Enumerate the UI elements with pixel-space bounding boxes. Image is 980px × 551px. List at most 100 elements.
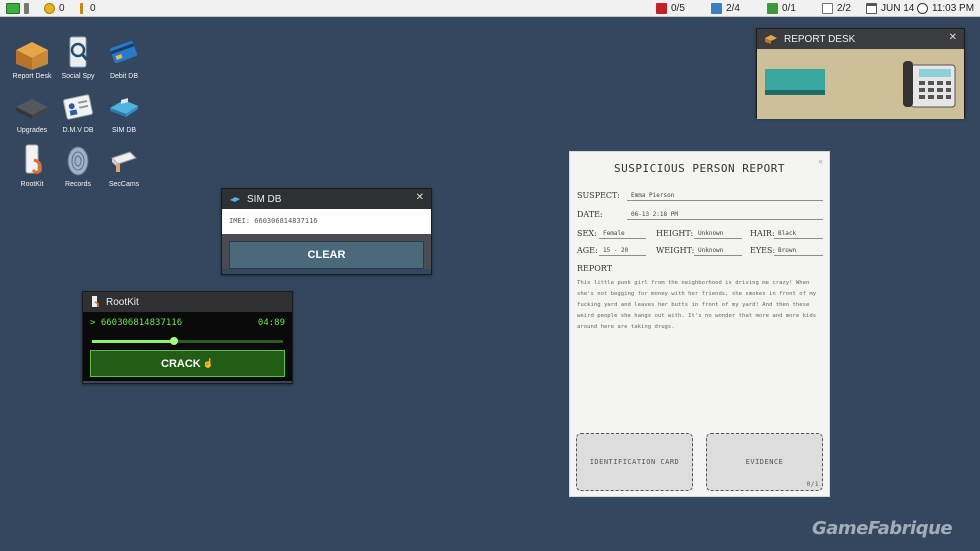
- close-icon[interactable]: ✕: [949, 32, 957, 43]
- rootkit-title: RootKit: [106, 296, 139, 308]
- phone-hook-icon: [14, 144, 50, 178]
- desktop-icon-social-spy[interactable]: Social Spy: [52, 36, 104, 80]
- telephone-icon[interactable]: [903, 57, 957, 115]
- desktop-icon-label: RootKit: [20, 181, 44, 188]
- slider-fill: [92, 340, 175, 343]
- magnifier-phone-icon: [60, 36, 96, 70]
- height-field[interactable]: Unknown: [694, 229, 742, 239]
- id-card-icon: [60, 90, 96, 124]
- time-text: 11:03 PM: [932, 3, 975, 14]
- flag-count: 0/5: [671, 3, 685, 14]
- desktop-icon-records[interactable]: Records: [52, 144, 104, 188]
- fingerprint-icon: [60, 144, 96, 178]
- clipboard-icon: [822, 3, 833, 14]
- age-label: AGE:: [577, 246, 598, 255]
- date-label: DATE:: [577, 210, 603, 219]
- report-label: REPORT: [577, 264, 613, 273]
- topbar-flags[interactable]: 0/5: [656, 2, 685, 15]
- desktop-icon-label: Records: [64, 181, 92, 188]
- clock-icon: [917, 3, 928, 14]
- report-desk-window: REPORT DESK ✕: [756, 28, 965, 119]
- desktop-icon-sim-db[interactable]: SIM DB: [98, 90, 150, 134]
- watermark-logo: GameFabrique: [812, 518, 953, 539]
- date-field[interactable]: 06-13 2:18 PM: [627, 210, 823, 220]
- evidence-slot[interactable]: EVIDENCE 0/1: [706, 433, 823, 491]
- crack-button[interactable]: CRACK ☝: [90, 350, 285, 377]
- rootkit-code: > 660306814837116: [90, 318, 183, 328]
- eyes-label: EYES:: [750, 246, 776, 255]
- desktop-icon-seccams[interactable]: SecCams: [98, 144, 150, 188]
- hair-field[interactable]: Black: [774, 229, 823, 239]
- desktop-icon-dmv-db[interactable]: D.M.V DB: [52, 90, 104, 134]
- rootkit-readout: > 660306814837116 04:89: [90, 315, 285, 331]
- hair-label: HAIR:: [750, 229, 775, 238]
- coin-count: 0: [59, 3, 65, 14]
- desktop-icon-label: SecCams: [108, 181, 140, 188]
- key-icon: [80, 3, 86, 14]
- sex-label: SEX:: [577, 229, 597, 238]
- suspect-field[interactable]: Emma Pierson: [627, 191, 823, 201]
- imei-field[interactable]: IMEI: 660306814837116: [222, 209, 431, 234]
- coin-icon: [44, 3, 55, 14]
- desktop-icon-debit-db[interactable]: Debit DB: [98, 36, 150, 80]
- close-icon[interactable]: ✕: [416, 192, 424, 203]
- clipboard-count: 2/2: [837, 3, 851, 14]
- calendar-icon: [866, 3, 877, 14]
- slider-thumb[interactable]: [170, 337, 179, 345]
- age-field[interactable]: 15 - 20: [599, 246, 646, 256]
- close-icon[interactable]: ✕: [818, 157, 823, 166]
- clear-button[interactable]: CLEAR: [229, 241, 424, 269]
- fax-tray-icon[interactable]: [765, 69, 825, 95]
- top-status-bar: 0 0 0/5 2/4 0/1 2/2 JUN 14 11:03 PM: [0, 0, 980, 17]
- suspect-label: SUSPECT:: [577, 191, 620, 200]
- computer-icon: [6, 3, 20, 14]
- rootkit-body: > 660306814837116 04:89 CRACK ☝: [83, 312, 292, 381]
- topbar-clock: 11:03 PM: [917, 2, 974, 15]
- suspicious-person-report: SUSPICIOUS PERSON REPORT ✕ SUSPECT: Emma…: [569, 151, 830, 497]
- simdb-titlebar[interactable]: SIM DB ✕: [222, 189, 431, 209]
- topbar-keys: 0: [80, 2, 96, 15]
- eyes-field[interactable]: Brown: [774, 246, 823, 256]
- crack-label: CRACK: [161, 357, 201, 370]
- rootkit-progress-slider[interactable]: [92, 335, 283, 347]
- height-label: HEIGHT:: [656, 229, 694, 238]
- desktop-icon-upgrades[interactable]: Upgrades: [6, 90, 58, 134]
- chip-icon: [14, 90, 50, 124]
- document-count: 2/4: [726, 3, 740, 14]
- camera-icon: [106, 144, 142, 178]
- hand-cursor-icon: ☝: [202, 358, 214, 368]
- rootkit-window: RootKit > 660306814837116 04:89 CRACK ☝: [82, 291, 293, 384]
- report-title: SUSPICIOUS PERSON REPORT: [614, 162, 785, 175]
- flag-icon: [656, 3, 667, 14]
- report-text: This little punk girl from the neighborh…: [577, 280, 817, 330]
- topbar-coins: 0: [44, 2, 65, 15]
- evidence-count: 0/1: [806, 481, 819, 488]
- desktop-icon-label: Debit DB: [109, 73, 138, 80]
- simdb-body: IMEI: 660306814837116 CLEAR: [222, 209, 431, 269]
- topbar-documents[interactable]: 2/4: [711, 2, 740, 15]
- desktop-icon-rootkit[interactable]: RootKit: [6, 144, 58, 188]
- topbar-date: JUN 14: [866, 2, 914, 15]
- rootkit-titlebar[interactable]: RootKit: [83, 292, 292, 312]
- report-desk-titlebar[interactable]: REPORT DESK ✕: [757, 29, 964, 49]
- report-desk-title: REPORT DESK: [784, 33, 856, 45]
- desktop-icon-report-desk[interactable]: Report Desk: [6, 36, 58, 80]
- rootkit-timer: 04:89: [257, 318, 285, 328]
- topbar-clipboard[interactable]: 2/2: [822, 2, 851, 15]
- weight-label: WEIGHT:: [656, 246, 695, 255]
- desktop-icon-label: D.M.V DB: [62, 127, 94, 134]
- weight-field[interactable]: Unknown: [694, 246, 742, 256]
- sim-card-icon: [230, 196, 240, 202]
- document-icon: [711, 3, 722, 14]
- topbar-folders[interactable]: 0/1: [767, 2, 796, 15]
- date-text: JUN 14: [881, 3, 915, 14]
- sex-field[interactable]: Female: [599, 229, 646, 239]
- report-desk-body: [757, 49, 964, 119]
- desktop-icon-label: Upgrades: [16, 127, 48, 134]
- desktop-icon-label: SIM DB: [111, 127, 137, 134]
- folder-icon: [767, 3, 778, 14]
- simdb-window: SIM DB ✕ IMEI: 660306814837116 CLEAR: [221, 188, 432, 275]
- evidence-slot-label: EVIDENCE: [745, 458, 784, 466]
- identification-card-slot[interactable]: IDENTIFICATION CARD: [576, 433, 693, 491]
- credit-card-icon: [106, 36, 142, 70]
